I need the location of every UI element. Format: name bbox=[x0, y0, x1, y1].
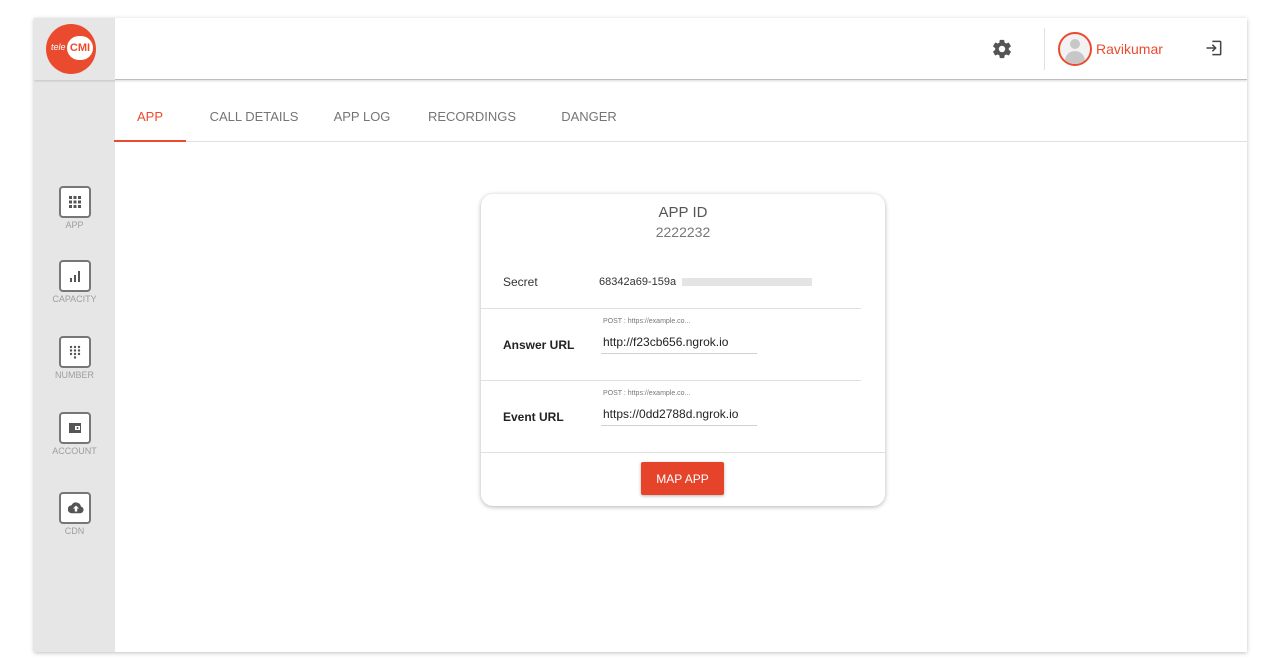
grid-icon[interactable] bbox=[58, 186, 91, 218]
gear-icon[interactable] bbox=[991, 38, 1013, 60]
tab-app-log[interactable]: APP LOG bbox=[324, 80, 400, 142]
header-divider bbox=[1044, 28, 1045, 70]
secret-label: Secret bbox=[503, 275, 538, 289]
event-url-hint: POST : https://example.co... bbox=[603, 390, 691, 397]
sidebar-item-app[interactable]: APP bbox=[34, 186, 115, 230]
avatar-body bbox=[1065, 51, 1085, 64]
dialpad-icon[interactable] bbox=[58, 336, 91, 368]
app-id-value: 2222232 bbox=[655, 224, 711, 240]
sidebar-item-number[interactable]: NUMBER bbox=[34, 336, 115, 380]
sidebar-item-cdn[interactable]: CDN bbox=[34, 492, 115, 536]
card-divider bbox=[481, 452, 885, 453]
telecmi-logo[interactable]: tele CMI bbox=[46, 24, 96, 74]
event-url-label: Event URL bbox=[503, 410, 564, 424]
logo-tele-text: tele bbox=[51, 42, 66, 52]
wallet-icon[interactable] bbox=[58, 412, 91, 444]
event-url-input[interactable] bbox=[601, 402, 757, 426]
tab-recordings[interactable]: RECORDINGS bbox=[420, 80, 524, 142]
answer-url-input[interactable] bbox=[601, 330, 757, 354]
tab-label: CALL DETAILS bbox=[209, 109, 299, 124]
card-divider bbox=[481, 380, 861, 381]
app-window: tele CMI Ravikumar APP CAPACITY NUMBER A… bbox=[34, 18, 1247, 652]
logout-icon[interactable] bbox=[1204, 38, 1224, 58]
sidebar-item-label: APP bbox=[65, 220, 84, 230]
tab-app[interactable]: APP bbox=[114, 80, 186, 142]
logo-area: tele CMI bbox=[34, 18, 115, 80]
avatar[interactable] bbox=[1058, 32, 1092, 66]
secret-mask bbox=[682, 278, 812, 286]
sidebar: APP CAPACITY NUMBER ACCOUNT CDN bbox=[34, 80, 115, 652]
user-menu[interactable]: Ravikumar bbox=[1058, 32, 1163, 66]
tab-label: DANGER bbox=[561, 109, 617, 124]
tab-label: APP bbox=[136, 109, 163, 124]
avatar-head bbox=[1070, 39, 1080, 49]
tab-danger[interactable]: DANGER bbox=[544, 80, 634, 142]
answer-url-hint: POST : https://example.co... bbox=[603, 318, 691, 325]
sidebar-item-label: NUMBER bbox=[54, 370, 94, 380]
map-app-button[interactable]: MAP APP bbox=[641, 462, 724, 495]
user-name[interactable]: Ravikumar bbox=[1096, 41, 1163, 57]
card-divider bbox=[481, 308, 861, 309]
tab-call-details[interactable]: CALL DETAILS bbox=[202, 80, 306, 142]
tab-label: RECORDINGS bbox=[427, 109, 517, 124]
sidebar-item-label: ACCOUNT bbox=[52, 446, 97, 456]
sidebar-item-label: CAPACITY bbox=[52, 294, 97, 304]
secret-value: 68342a69-159a bbox=[599, 276, 677, 288]
cloud-upload-icon[interactable] bbox=[58, 492, 91, 524]
sidebar-item-account[interactable]: ACCOUNT bbox=[34, 412, 115, 456]
tab-label: APP LOG bbox=[333, 109, 391, 124]
answer-url-label: Answer URL bbox=[503, 338, 575, 352]
bar-chart-icon[interactable] bbox=[58, 260, 91, 292]
sidebar-item-label: CDN bbox=[64, 526, 85, 536]
logo-cmi-text: CMI bbox=[67, 36, 93, 60]
sidebar-item-capacity[interactable]: CAPACITY bbox=[34, 260, 115, 304]
app-id-title: APP ID bbox=[658, 204, 708, 221]
top-bar: tele CMI Ravikumar bbox=[34, 18, 1247, 80]
tab-bar: APP CALL DETAILS APP LOG RECORDINGS DANG… bbox=[114, 80, 1247, 142]
app-card: APP ID 2222232 Secret 68342a69-159a POST… bbox=[481, 194, 885, 506]
